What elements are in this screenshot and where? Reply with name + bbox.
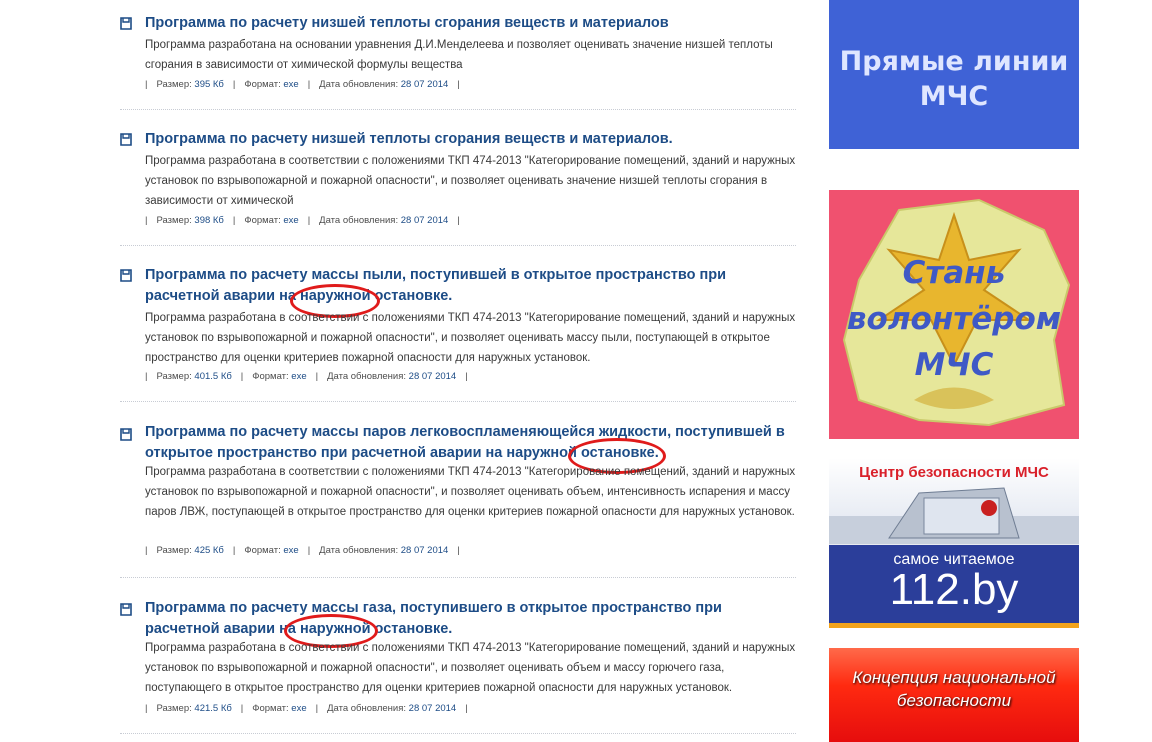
item-meta: | Размер: 401.5 Кб | Формат: exe | Дата обнов… — [145, 371, 468, 382]
list-item: Программа по расчету массы пыли, поступи… — [118, 256, 798, 406]
item-title-link[interactable]: Программа по расчету низшей теплоты сгор… — [145, 13, 800, 34]
divider — [120, 401, 796, 402]
banner-strip — [829, 623, 1079, 628]
item-title-link[interactable]: Программа по расчету массы паров легково… — [145, 422, 800, 464]
item-description: Программа разработана в соответствии с п… — [145, 312, 796, 364]
document-icon — [120, 17, 132, 30]
divider — [120, 109, 796, 110]
banner-text: Стань волонтёром МЧС — [846, 255, 1062, 383]
item-description: Программа разработана в соответствии с п… — [145, 642, 796, 694]
document-icon — [120, 269, 132, 282]
item-title-link[interactable]: Программа по расчету массы газа, поступи… — [145, 598, 800, 640]
banner-text: Прямые линии МЧС — [839, 46, 1069, 112]
safety-center-panel: Центр безопасности МЧС — [829, 458, 1079, 544]
list-item: Программа по расчету низшей теплоты сгор… — [118, 120, 798, 248]
item-meta: | Размер: 425 Кб | Формат: exe | Дата обновле… — [145, 545, 460, 556]
item-meta: | Размер: 421.5 Кб | Формат: exe | Дата обнов… — [145, 703, 468, 714]
item-meta: | Размер: 395 Кб | Формат: exe | Дата обновле… — [145, 79, 460, 90]
document-icon — [120, 428, 132, 441]
banner-text: 112.by — [889, 565, 1019, 614]
national-security-banner[interactable]: Концепция национальной безопасности — [829, 648, 1079, 742]
item-meta: | Размер: 398 Кб | Формат: exe | Дата обновле… — [145, 215, 460, 226]
divider — [120, 577, 796, 578]
item-title-link[interactable]: Программа по расчету массы пыли, поступи… — [145, 265, 800, 307]
document-icon — [120, 603, 132, 616]
safety-center-banner[interactable]: Центр безопасности МЧС самое читаемое 11… — [829, 458, 1079, 628]
item-description: Программа разработана в соответствии с п… — [145, 155, 796, 207]
item-description: Программа разработана в соответствии с п… — [145, 466, 796, 518]
site-112-panel: самое читаемое 112.by — [829, 545, 1079, 628]
list-item: Программа по расчету низшей теплоты сгор… — [118, 0, 798, 112]
document-icon — [120, 133, 132, 146]
item-title-link[interactable]: Программа по расчету низшей теплоты сгор… — [145, 129, 800, 150]
building-icon — [829, 487, 1079, 544]
item-description: Программа разработана на основании уравн… — [145, 39, 773, 71]
banner-text: Концепция национальной безопасности — [852, 668, 1056, 710]
divider — [120, 245, 796, 246]
volunteer-banner[interactable]: Стань волонтёром МЧС — [829, 190, 1079, 439]
list-item: Программа по расчету массы газа, поступи… — [118, 590, 798, 738]
direct-lines-banner[interactable]: Прямые линии МЧС — [829, 0, 1079, 149]
divider — [120, 733, 796, 734]
list-item: Программа по расчету массы паров легково… — [118, 414, 798, 582]
